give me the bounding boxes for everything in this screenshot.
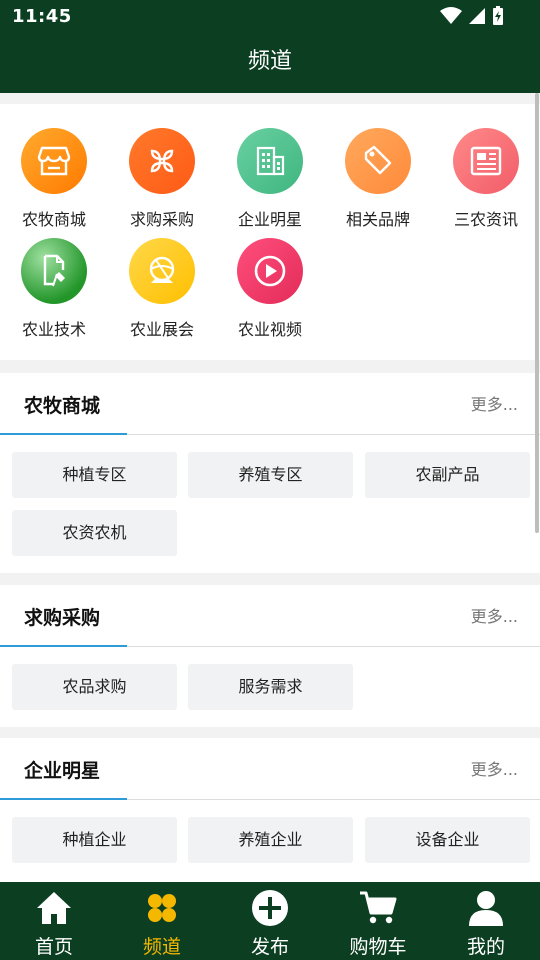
tag-button[interactable]: 种植专区 — [12, 452, 177, 498]
channel-store[interactable]: 农牧商城 — [0, 128, 108, 230]
scrollbar[interactable] — [535, 93, 539, 533]
nav-label: 频道 — [142, 936, 181, 958]
section-enterprise: 企业明星 更多... 种植企业 养殖企业 设备企业 — [0, 738, 540, 882]
nav-cart[interactable]: 购物车 — [324, 882, 432, 960]
tag-button[interactable]: 服务需求 — [188, 664, 353, 710]
tag-button[interactable]: 养殖企业 — [188, 817, 353, 863]
more-link[interactable]: 更多... — [471, 391, 518, 415]
channel-label: 农业展会 — [129, 320, 194, 339]
channel-label: 企业明星 — [237, 210, 302, 229]
bottom-nav: 首页 频道 发布 购物车 我的 — [0, 882, 540, 960]
channel-label: 相关品牌 — [345, 210, 410, 229]
section-mall: 农牧商城 更多... 种植专区 养殖专区 农副产品 农资农机 — [0, 373, 540, 573]
tag-icon — [345, 128, 411, 194]
home-icon — [34, 888, 74, 928]
section-header: 企业明星 更多... — [0, 738, 540, 800]
channel-brand[interactable]: 相关品牌 — [324, 128, 432, 230]
section-header: 求购采购 更多... — [0, 585, 540, 647]
store-icon — [21, 128, 87, 194]
tag-button[interactable]: 种植企业 — [12, 817, 177, 863]
nav-label: 购物车 — [349, 936, 407, 958]
section-purchase: 求购采购 更多... 农品求购 服务需求 — [0, 585, 540, 727]
nav-channels[interactable]: 频道 — [108, 882, 216, 960]
channels-icon — [142, 888, 182, 928]
channel-expo[interactable]: 农业展会 — [108, 238, 216, 340]
channel-enterprise[interactable]: 企业明星 — [216, 128, 324, 230]
title-bar: 频道 — [0, 34, 540, 93]
channel-tech[interactable]: 农业技术 — [0, 238, 108, 340]
channel-purchase[interactable]: 求购采购 — [108, 128, 216, 230]
section-underline — [0, 645, 127, 647]
section-title: 农牧商城 — [24, 395, 101, 417]
tag-button[interactable]: 农资农机 — [12, 510, 177, 556]
section-header: 农牧商城 更多... — [0, 373, 540, 435]
battery-icon — [493, 6, 503, 25]
channel-label: 农牧商城 — [21, 210, 86, 229]
channel-news[interactable]: 三农资讯 — [432, 128, 540, 230]
section-underline — [0, 798, 127, 800]
channel-label: 求购采购 — [129, 210, 194, 229]
section-underline — [0, 433, 127, 435]
status-time: 11:45 — [12, 6, 72, 27]
nav-profile[interactable]: 我的 — [432, 882, 540, 960]
signal-icon — [469, 8, 485, 24]
nav-publish[interactable]: 发布 — [216, 882, 324, 960]
status-bar: 11:45 — [0, 0, 540, 34]
purchase-icon — [129, 128, 195, 194]
tag-button[interactable]: 农副产品 — [365, 452, 530, 498]
channel-label: 农业技术 — [21, 320, 86, 339]
nav-label: 发布 — [250, 936, 289, 958]
cart-icon — [358, 888, 398, 928]
more-link[interactable]: 更多... — [471, 756, 518, 780]
section-title: 求购采购 — [24, 607, 101, 629]
tech-icon — [21, 238, 87, 304]
channel-video[interactable]: 农业视频 — [216, 238, 324, 340]
channel-label: 三农资讯 — [453, 210, 518, 229]
tag-button[interactable]: 养殖专区 — [188, 452, 353, 498]
wifi-icon — [440, 7, 462, 24]
more-link[interactable]: 更多... — [471, 603, 518, 627]
nav-label: 我的 — [466, 936, 505, 958]
nav-home[interactable]: 首页 — [0, 882, 108, 960]
status-icons — [440, 6, 504, 26]
publish-plus-icon — [250, 888, 290, 928]
nav-label: 首页 — [34, 936, 73, 958]
building-icon — [237, 128, 303, 194]
channel-label: 农业视频 — [237, 320, 302, 339]
channel-grid: 农牧商城 求购采购 企业明星 相关品牌 三农资讯 农业技术 农业展会 农业视频 — [0, 104, 540, 360]
channel-content[interactable]: 农牧商城 求购采购 企业明星 相关品牌 三农资讯 农业技术 农业展会 农业视频 … — [0, 93, 540, 882]
section-title: 企业明星 — [24, 760, 101, 782]
video-icon — [237, 238, 303, 304]
tag-button[interactable]: 设备企业 — [365, 817, 530, 863]
news-icon — [453, 128, 519, 194]
expo-icon — [129, 238, 195, 304]
page-title: 频道 — [247, 49, 292, 74]
profile-icon — [466, 888, 506, 928]
tag-button[interactable]: 农品求购 — [12, 664, 177, 710]
